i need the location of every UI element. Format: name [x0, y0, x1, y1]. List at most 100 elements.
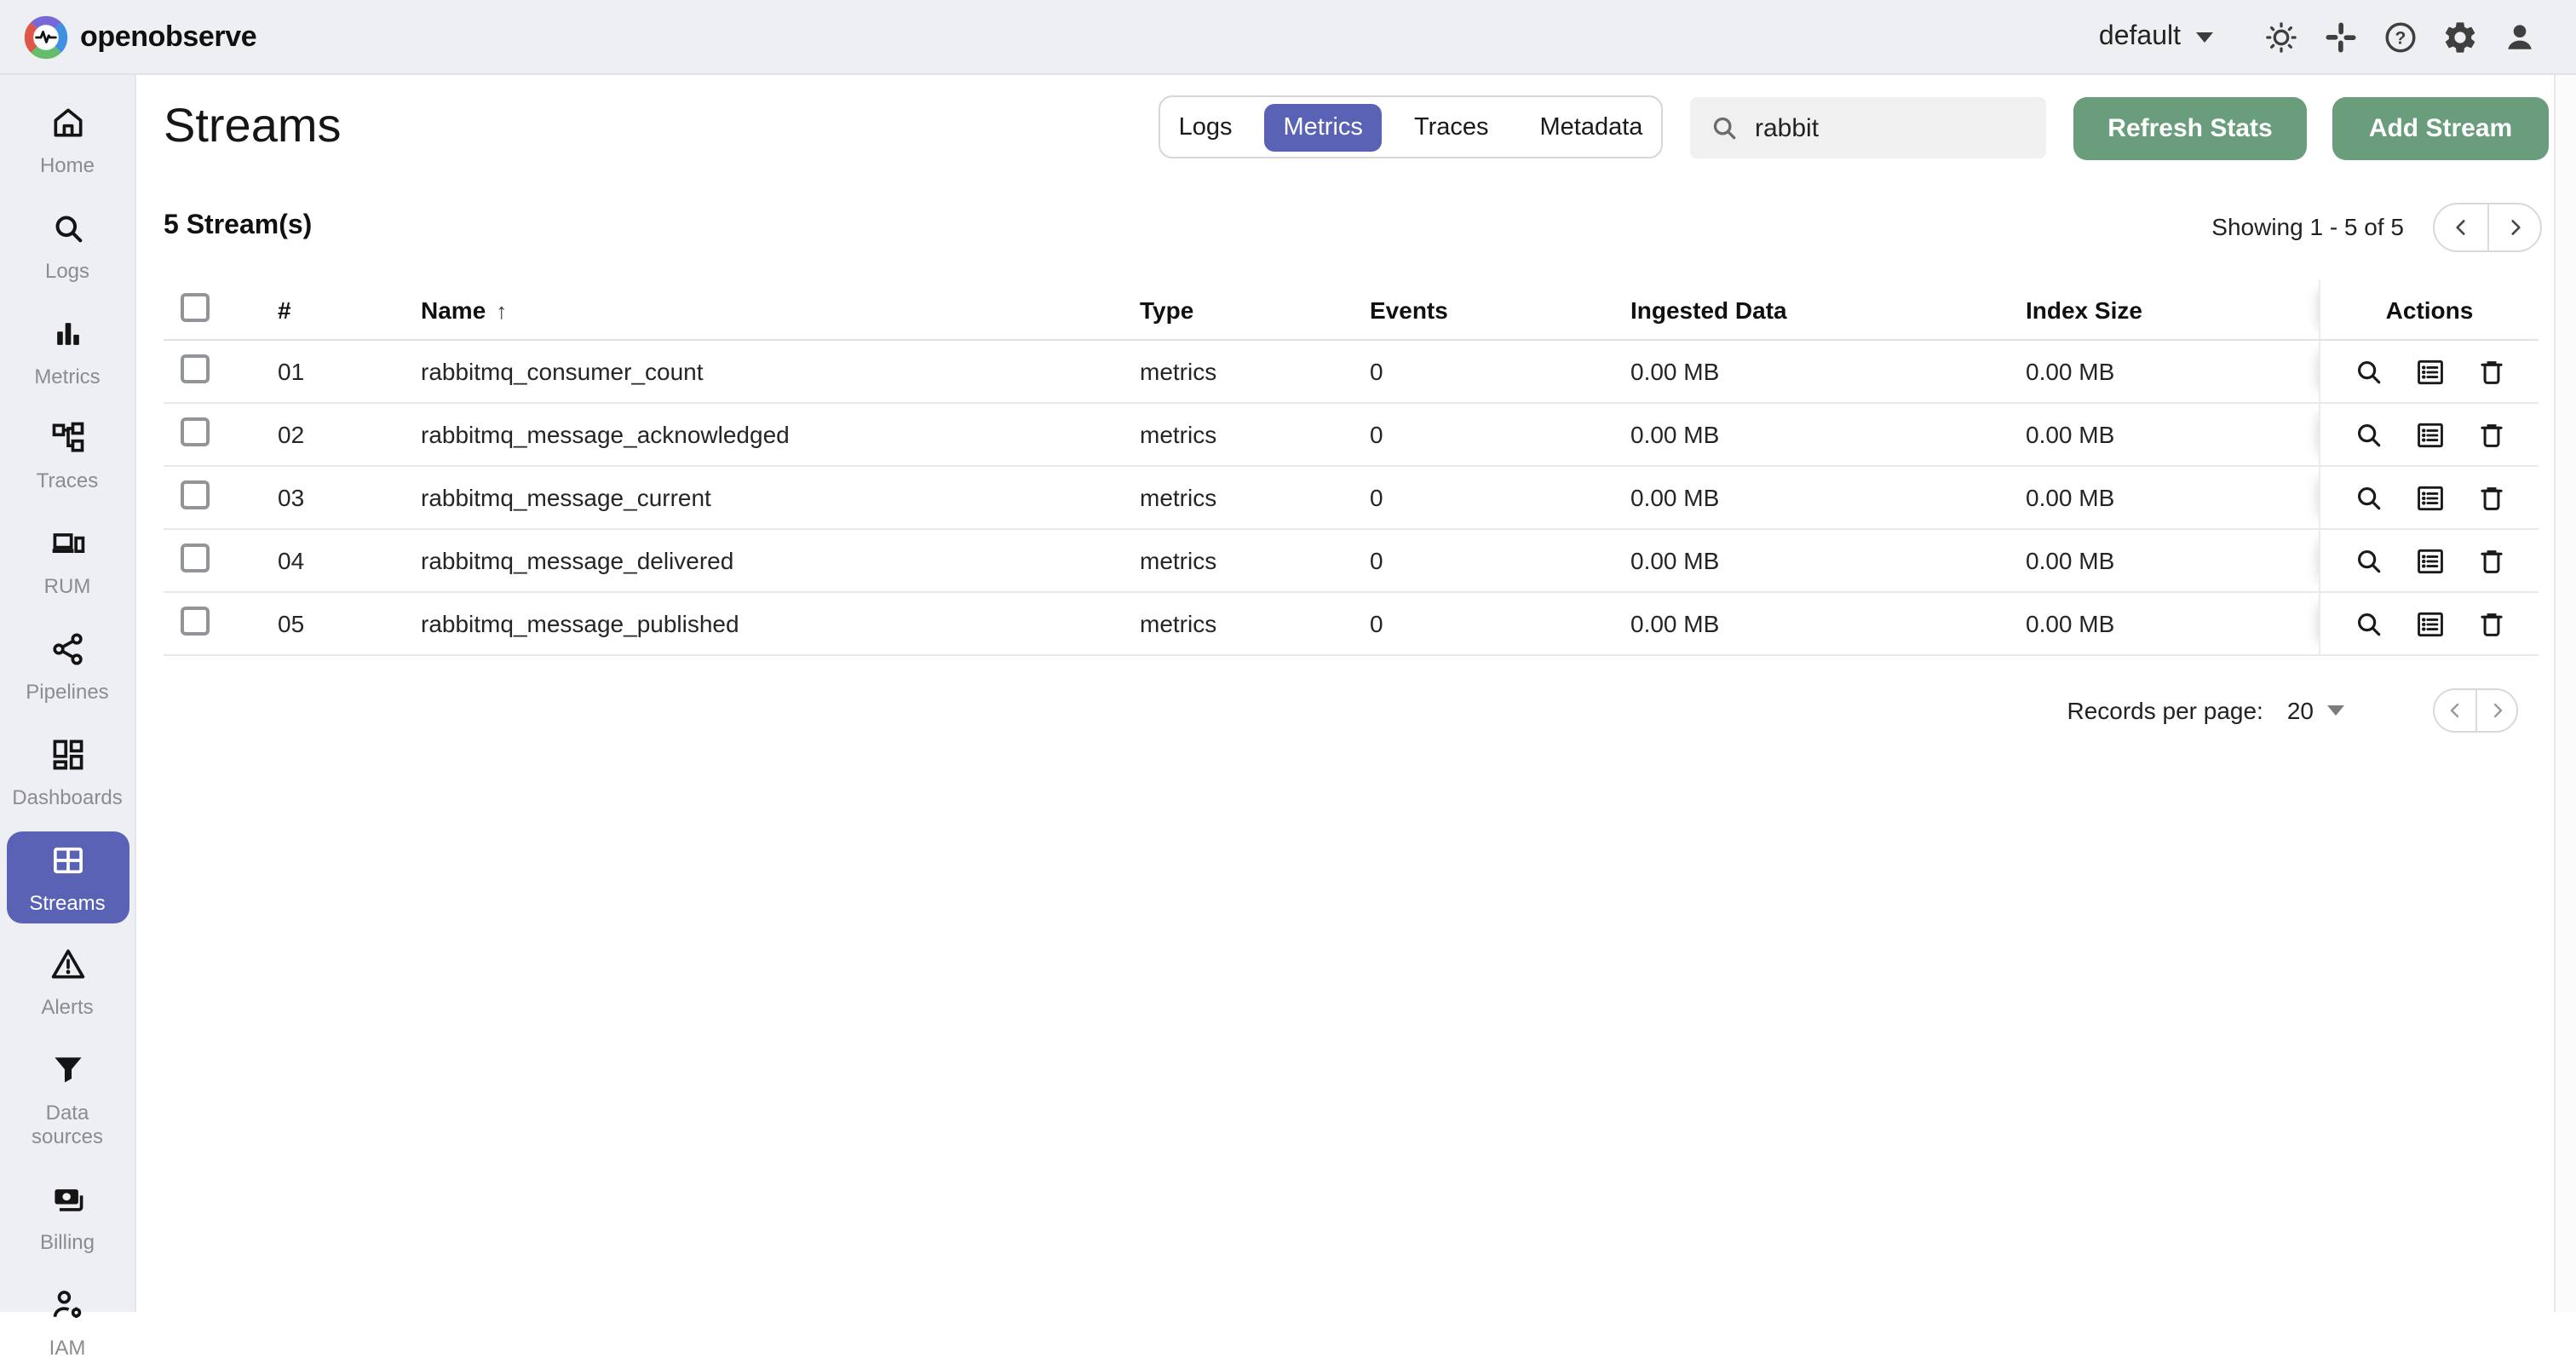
scrollbar[interactable] — [2554, 75, 2576, 1312]
explore-icon[interactable] — [2352, 355, 2384, 388]
stream-ingested: 0.00 MB — [1630, 547, 1720, 574]
theme-toggle-icon[interactable] — [2251, 3, 2310, 71]
sidebar-item-data-sources[interactable]: Data sources — [14, 1041, 120, 1158]
openobserve-logo-icon — [24, 14, 68, 59]
delete-icon[interactable] — [2475, 544, 2507, 577]
help-icon[interactable]: ? — [2370, 3, 2429, 71]
tab-logs[interactable]: Logs — [1160, 103, 1251, 151]
slack-icon[interactable] — [2310, 3, 2370, 71]
select-all-checkbox[interactable] — [181, 292, 210, 321]
sidebar-item-pipelines[interactable]: Pipelines — [0, 620, 135, 714]
chevron-right-icon — [2487, 700, 2507, 721]
prev-page-button[interactable] — [2435, 690, 2475, 731]
row-checkbox[interactable] — [181, 544, 210, 572]
stream-index-size: 0.00 MB — [2026, 421, 2115, 448]
warning-icon — [49, 946, 86, 992]
bar-chart-icon — [49, 314, 86, 360]
sidebar-item-label: Pipelines — [26, 679, 109, 704]
chevron-down-icon — [2196, 32, 2213, 42]
stream-name: rabbitmq_message_published — [421, 610, 739, 637]
sidebar-item-label: RUM — [43, 574, 91, 599]
stream-name: rabbitmq_message_acknowledged — [421, 421, 790, 448]
sidebar-item-alerts[interactable]: Alerts — [0, 936, 135, 1030]
schema-icon[interactable] — [2413, 418, 2446, 451]
search-input[interactable] — [1755, 113, 2027, 142]
sidebar-item-label: Traces — [36, 469, 99, 493]
topbar-controls: default ? — [2099, 3, 2549, 71]
prev-page-button[interactable] — [2435, 204, 2487, 250]
tab-metadata[interactable]: Metadata — [1521, 103, 1662, 151]
stream-events: 0 — [1370, 421, 1383, 448]
row-num: 03 — [278, 484, 305, 511]
row-checkbox[interactable] — [181, 607, 210, 636]
row-checkbox[interactable] — [181, 480, 210, 509]
stream-index-size: 0.00 MB — [2026, 547, 2115, 574]
sidebar-item-metrics[interactable]: Metrics — [0, 304, 135, 398]
profile-icon[interactable] — [2489, 3, 2549, 71]
schema-icon[interactable] — [2413, 355, 2446, 388]
row-checkbox[interactable] — [181, 354, 210, 383]
column-header-index-size: Index Size — [2026, 296, 2142, 323]
column-header-num: # — [278, 296, 291, 323]
schema-icon[interactable] — [2413, 544, 2446, 577]
tab-traces[interactable]: Traces — [1395, 103, 1508, 151]
stream-index-size: 0.00 MB — [2026, 358, 2115, 385]
delete-icon[interactable] — [2475, 418, 2507, 451]
sidebar-item-home[interactable]: Home — [0, 94, 135, 187]
sort-asc-icon: ↑ — [496, 297, 508, 323]
explore-icon[interactable] — [2352, 607, 2384, 640]
user-settings-icon — [49, 1286, 86, 1332]
sidebar-item-streams[interactable]: Streams — [6, 831, 129, 924]
stream-search — [1690, 97, 2046, 158]
schema-icon[interactable] — [2413, 607, 2446, 640]
dashboard-icon — [49, 736, 86, 782]
sidebar-item-traces[interactable]: Traces — [0, 410, 135, 503]
stream-ingested: 0.00 MB — [1630, 421, 1720, 448]
delete-icon[interactable] — [2475, 481, 2507, 514]
next-page-button[interactable] — [2475, 690, 2516, 731]
sidebar-item-billing[interactable]: Billing — [0, 1171, 135, 1264]
sidebar-item-logs[interactable]: Logs — [0, 199, 135, 293]
sidebar-item-dashboards[interactable]: Dashboards — [0, 726, 135, 820]
refresh-stats-button[interactable]: Refresh Stats — [2073, 97, 2307, 160]
explore-icon[interactable] — [2352, 481, 2384, 514]
chevron-right-icon — [2504, 216, 2526, 238]
stream-ingested: 0.00 MB — [1630, 358, 1720, 385]
search-icon — [1709, 112, 1739, 143]
explore-icon[interactable] — [2352, 544, 2384, 577]
column-header-ingested: Ingested Data — [1630, 296, 1787, 323]
column-header-name[interactable]: Name ↑ — [421, 296, 1140, 323]
column-header-actions: Actions — [2319, 279, 2539, 339]
sidebar-item-iam[interactable]: IAM — [0, 1275, 135, 1369]
records-per-page-value[interactable]: 20 — [2287, 697, 2314, 724]
brand: openobserve — [24, 14, 257, 59]
main-content: Streams Logs Metrics Traces Metadata Ref… — [136, 75, 2576, 1312]
stream-type: metrics — [1140, 610, 1217, 637]
chevron-down-icon[interactable] — [2327, 705, 2344, 716]
table-row: 03 rabbitmq_message_current metrics 0 0.… — [164, 467, 2539, 530]
search-icon — [49, 210, 86, 256]
table-row: 05 rabbitmq_message_published metrics 0 … — [164, 593, 2539, 656]
tab-metrics[interactable]: Metrics — [1264, 103, 1382, 151]
devices-icon — [49, 525, 86, 571]
org-selector[interactable]: default — [2099, 21, 2213, 52]
sidebar-item-rum[interactable]: RUM — [0, 515, 135, 608]
row-num: 01 — [278, 358, 305, 385]
add-stream-button[interactable]: Add Stream — [2332, 97, 2549, 160]
settings-icon[interactable] — [2429, 3, 2489, 71]
next-page-button[interactable] — [2487, 204, 2540, 250]
stream-name: rabbitmq_message_delivered — [421, 547, 734, 574]
table-footer: Records per page: 20 — [2067, 688, 2518, 733]
delete-icon[interactable] — [2475, 607, 2507, 640]
streams-table: # Name ↑ Type Events Ingested Data Index … — [164, 279, 2539, 656]
home-icon — [49, 104, 86, 150]
explore-icon[interactable] — [2352, 418, 2384, 451]
row-checkbox[interactable] — [181, 417, 210, 446]
delete-icon[interactable] — [2475, 355, 2507, 388]
records-per-page-label: Records per page: — [2067, 697, 2263, 724]
schema-icon[interactable] — [2413, 481, 2446, 514]
payments-icon — [49, 1181, 86, 1227]
table-row: 02 rabbitmq_message_acknowledged metrics… — [164, 404, 2539, 467]
sidebar-item-label: Streams — [29, 890, 106, 915]
stream-type: metrics — [1140, 421, 1217, 448]
